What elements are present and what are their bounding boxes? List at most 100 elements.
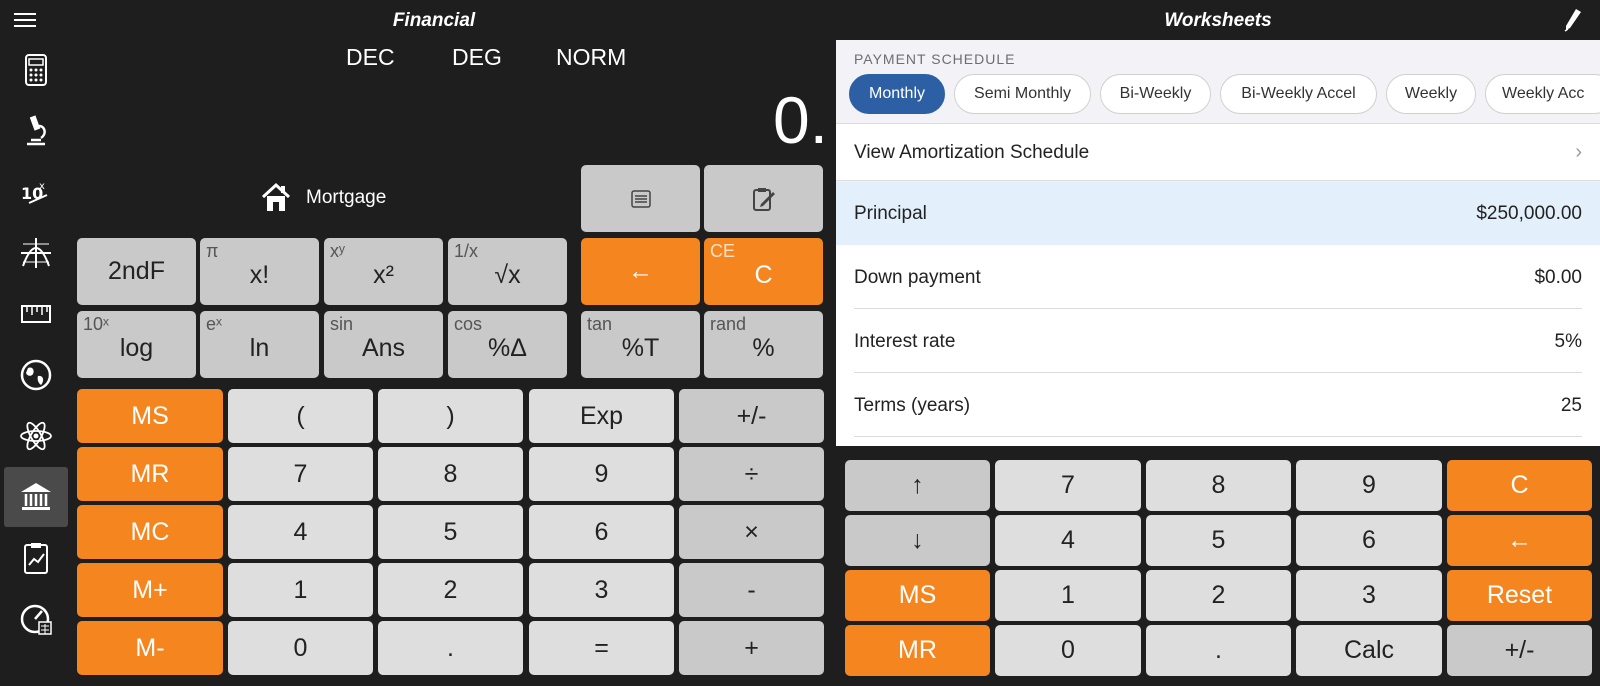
memory-clear-button[interactable]: MC: [77, 505, 223, 559]
memory-store-button[interactable]: MS: [77, 389, 223, 443]
payment-schedule-heading: PAYMENT SCHEDULE: [854, 51, 1016, 67]
pad-digit-2-button[interactable]: 2: [1146, 570, 1291, 621]
schedule-bi-weekly[interactable]: Bi-Weekly: [1100, 74, 1211, 114]
memory-add-button[interactable]: M+: [77, 563, 223, 617]
digit-9-button[interactable]: 9: [529, 447, 674, 501]
calc-button[interactable]: Calc: [1296, 625, 1442, 676]
digit-0-button[interactable]: 0: [228, 621, 373, 675]
base-mode[interactable]: DEC: [346, 44, 395, 71]
pad-memory-store-button[interactable]: MS: [845, 570, 990, 621]
pad-digit-6-button[interactable]: 6: [1296, 515, 1442, 566]
sidebar-item-physics[interactable]: [4, 406, 68, 466]
field-value: $250,000.00: [1476, 203, 1582, 224]
sidebar-item-financial[interactable]: [4, 467, 68, 527]
backspace-button[interactable]: ←: [581, 238, 700, 305]
pad-digit-7-button[interactable]: 7: [995, 460, 1141, 511]
pad-backspace-button[interactable]: ←: [1447, 515, 1592, 566]
sign-toggle-button[interactable]: +/-: [679, 389, 824, 443]
close-paren-button[interactable]: ): [378, 389, 523, 443]
memory-recall-button[interactable]: MR: [77, 447, 223, 501]
digit-8-button[interactable]: 8: [378, 447, 523, 501]
worksheets-title: Worksheets: [1164, 10, 1272, 31]
interest-rate-row[interactable]: Interest rate 5%: [836, 309, 1600, 373]
amortization-link[interactable]: View Amortization Schedule: [854, 142, 1089, 164]
sidebar-item-exponents[interactable]: 10 x: [4, 162, 68, 222]
top-bar: Financial Worksheets: [0, 0, 1600, 40]
notes-button[interactable]: [704, 165, 823, 232]
percent-button[interactable]: rand%: [704, 311, 823, 378]
pad-digit-4-button[interactable]: 4: [995, 515, 1141, 566]
factorial-button[interactable]: π x!: [200, 238, 319, 305]
square-root-button[interactable]: 1/x √x: [448, 238, 567, 305]
sidebar-item-statistics[interactable]: [4, 528, 68, 588]
schedule-semi-monthly[interactable]: Semi Monthly: [954, 74, 1091, 114]
open-paren-button[interactable]: (: [228, 389, 373, 443]
digit-5-button[interactable]: 5: [378, 505, 523, 559]
subtract-button[interactable]: -: [679, 563, 824, 617]
terms-row[interactable]: Terms (years) 25: [836, 373, 1600, 446]
sidebar-item-science[interactable]: [4, 101, 68, 161]
angle-mode[interactable]: DEG: [452, 44, 502, 71]
log-button[interactable]: 10ˣ log: [77, 311, 196, 378]
pad-digit-8-button[interactable]: 8: [1146, 460, 1291, 511]
sidebar-item-conversions[interactable]: [4, 284, 68, 344]
sidebar-item-calculator[interactable]: [4, 40, 68, 100]
pad-digit-0-button[interactable]: 0: [995, 625, 1141, 676]
notation-mode[interactable]: NORM: [556, 44, 626, 71]
list-button[interactable]: [581, 165, 700, 232]
pad-digit-1-button[interactable]: 1: [995, 570, 1141, 621]
clipboard-chart-icon: [24, 543, 48, 574]
multiply-button[interactable]: ×: [679, 505, 824, 559]
sidebar-item-dashboard[interactable]: [4, 589, 68, 649]
mortgage-worksheet-button[interactable]: Mortgage: [260, 182, 386, 214]
digit-7-button[interactable]: 7: [228, 447, 373, 501]
sidebar-item-graphing[interactable]: [4, 223, 68, 283]
digit-3-button[interactable]: 3: [529, 563, 674, 617]
pad-memory-recall-button[interactable]: MR: [845, 625, 990, 676]
pad-clear-button[interactable]: C: [1447, 460, 1592, 511]
digit-4-button[interactable]: 4: [228, 505, 373, 559]
graph-icon: [21, 238, 51, 268]
second-function-button[interactable]: 2ndF: [77, 238, 196, 305]
pen-icon[interactable]: [1562, 8, 1582, 32]
field-label: Principal: [854, 203, 927, 224]
pad-digit-3-button[interactable]: 3: [1296, 570, 1442, 621]
ln-button[interactable]: eˣ ln: [200, 311, 319, 378]
digit-6-button[interactable]: 6: [529, 505, 674, 559]
decimal-button[interactable]: .: [378, 621, 523, 675]
schedule-monthly[interactable]: Monthly: [849, 74, 945, 114]
percent-total-button[interactable]: tan %T: [581, 311, 700, 378]
down-payment-row[interactable]: Down payment $0.00: [836, 245, 1600, 309]
atom-icon: [20, 421, 52, 451]
add-button[interactable]: +: [679, 621, 824, 675]
pad-digit-5-button[interactable]: 5: [1146, 515, 1291, 566]
amortization-link-row[interactable]: View Amortization Schedule ›: [836, 123, 1600, 181]
field-label: Interest rate: [854, 331, 956, 352]
memory-subtract-button[interactable]: M-: [77, 621, 223, 675]
pad-decimal-button[interactable]: .: [1146, 625, 1291, 676]
pad-sign-toggle-button[interactable]: +/-: [1447, 625, 1592, 676]
up-arrow-button[interactable]: ↑: [845, 460, 990, 511]
digit-2-button[interactable]: 2: [378, 563, 523, 617]
pad-digit-9-button[interactable]: 9: [1296, 460, 1442, 511]
schedule-weekly[interactable]: Weekly: [1386, 74, 1476, 114]
answer-button[interactable]: sin Ans: [324, 311, 443, 378]
schedule-weekly-accel[interactable]: Weekly Acc: [1485, 74, 1600, 114]
schedule-bi-weekly-accel[interactable]: Bi-Weekly Accel: [1220, 74, 1377, 114]
square-button[interactable]: xʸ x²: [324, 238, 443, 305]
globe-icon: [20, 359, 52, 391]
calculator-pane: DEC DEG NORM 0. Mortgage 2ndF π x! xʸ x² 1…: [70, 40, 836, 686]
ruler-icon: [21, 305, 51, 323]
equals-button[interactable]: =: [529, 621, 674, 675]
svg-text:x: x: [39, 181, 45, 192]
percent-change-button[interactable]: cos %Δ: [448, 311, 567, 378]
digit-1-button[interactable]: 1: [228, 563, 373, 617]
clear-button[interactable]: CE C: [704, 238, 823, 305]
down-arrow-button[interactable]: ↓: [845, 515, 990, 566]
reset-button[interactable]: Reset: [1447, 570, 1592, 621]
principal-row[interactable]: Principal $250,000.00: [836, 182, 1600, 245]
exp-button[interactable]: Exp: [529, 389, 674, 443]
calculator-icon: [25, 54, 47, 86]
divide-button[interactable]: ÷: [679, 447, 824, 501]
sidebar-item-world[interactable]: [4, 345, 68, 405]
